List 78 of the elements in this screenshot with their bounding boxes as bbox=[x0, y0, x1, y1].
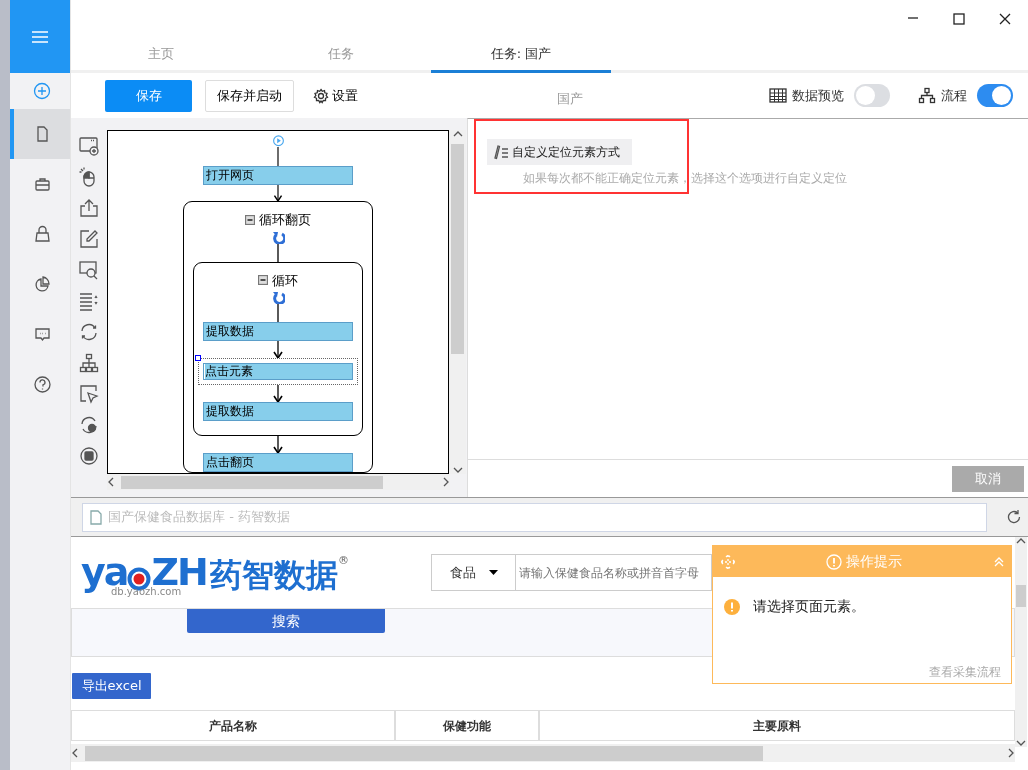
loop-label: 循环翻页 bbox=[258, 211, 311, 229]
tab[interactable]: 任务: 国产 bbox=[431, 37, 611, 73]
collapse-icon[interactable] bbox=[245, 214, 256, 225]
scroll-up-icon[interactable] bbox=[452, 130, 463, 138]
step-node[interactable]: 提取数据 bbox=[203, 322, 353, 341]
export-button[interactable]: 导出excel bbox=[72, 673, 151, 699]
add-icon bbox=[32, 81, 52, 101]
scroll-down-icon[interactable] bbox=[452, 466, 463, 474]
scroll-down-icon[interactable] bbox=[1016, 739, 1026, 747]
dropdown-icon bbox=[488, 570, 498, 575]
column-header: 产品名称 bbox=[71, 710, 395, 741]
alert-icon bbox=[826, 553, 843, 570]
selection-handle[interactable] bbox=[195, 355, 201, 361]
popup-message: 请选择页面元素。 bbox=[753, 597, 865, 616]
logo-text: 药智数据 bbox=[210, 558, 339, 591]
settings-button[interactable]: 设置 bbox=[313, 85, 359, 106]
cursor-icon[interactable] bbox=[79, 383, 99, 404]
column-header: 主要原料 bbox=[539, 710, 1015, 741]
warning-icon bbox=[724, 598, 740, 615]
registered-mark: ® bbox=[338, 552, 350, 569]
option-description: 如果每次都不能正确定位元素，选择这个选项进行自定义定位 bbox=[523, 170, 848, 187]
scrollbar-thumb[interactable] bbox=[121, 475, 383, 489]
edit-icon[interactable] bbox=[79, 228, 99, 249]
scrollbar[interactable] bbox=[449, 130, 466, 474]
toggle-label: 数据预览 bbox=[792, 86, 844, 105]
step-node[interactable]: 打开网页 bbox=[203, 166, 353, 186]
option-button[interactable]: 自定义定位元素方式 bbox=[487, 139, 633, 165]
close-icon bbox=[999, 12, 1011, 25]
step-node[interactable]: 点击翻页 bbox=[203, 453, 353, 472]
help-icon bbox=[32, 374, 52, 394]
sitemap-icon[interactable] bbox=[79, 352, 99, 373]
scroll-up-icon[interactable] bbox=[1016, 537, 1026, 545]
scroll-right-icon[interactable] bbox=[1007, 748, 1015, 759]
reload-icon bbox=[1006, 509, 1022, 525]
search-field[interactable]: 请输入保健食品名称或拼音首字母 bbox=[516, 554, 713, 591]
menu-icon bbox=[31, 29, 49, 44]
arrow-connector bbox=[273, 385, 283, 402]
scrollbar[interactable] bbox=[1015, 537, 1027, 747]
category-select[interactable]: 食品 bbox=[431, 554, 517, 591]
scrollbar[interactable] bbox=[71, 744, 1015, 763]
table-icon bbox=[769, 87, 787, 104]
scroll-left-icon[interactable] bbox=[107, 477, 115, 487]
sidebar-item[interactable] bbox=[10, 109, 70, 159]
task-name: 国产 bbox=[557, 89, 583, 108]
lock-icon bbox=[32, 224, 52, 244]
scrollbar-thumb[interactable] bbox=[85, 745, 763, 761]
window-add-icon[interactable] bbox=[79, 135, 99, 156]
sitemap-icon bbox=[918, 87, 936, 104]
scrollbar-thumb[interactable] bbox=[1016, 585, 1026, 607]
loop-label: 循环 bbox=[271, 271, 298, 290]
toggle-switch[interactable] bbox=[977, 84, 1013, 107]
arrow-connector bbox=[273, 341, 283, 358]
save-and-start-button[interactable]: 保存并启动 bbox=[205, 79, 294, 112]
export-icon[interactable] bbox=[79, 197, 99, 218]
rotate-icon[interactable] bbox=[79, 414, 99, 435]
collapse-icon[interactable] bbox=[258, 275, 269, 286]
maximize-icon bbox=[953, 12, 965, 25]
list-icon[interactable] bbox=[79, 290, 99, 311]
search-icon[interactable] bbox=[79, 259, 99, 280]
loop-icon bbox=[271, 290, 285, 304]
toggle-label: 流程 bbox=[941, 86, 967, 105]
loop-icon bbox=[271, 229, 285, 244]
step-node[interactable]: 提取数据 bbox=[203, 402, 353, 421]
scrollbar[interactable] bbox=[107, 474, 450, 490]
start-icon bbox=[271, 135, 285, 147]
refresh-icon[interactable] bbox=[79, 321, 99, 342]
toggle-switch[interactable] bbox=[854, 84, 890, 107]
scroll-left-icon[interactable] bbox=[71, 748, 79, 759]
search-button[interactable]: 搜索 bbox=[187, 609, 385, 633]
popup-title: 操作提示 bbox=[845, 552, 902, 571]
page-icon bbox=[89, 509, 102, 525]
scrollbar-thumb[interactable] bbox=[451, 144, 464, 354]
step-node[interactable]: 点击元素 bbox=[198, 358, 358, 385]
column-header: 保健功能 bbox=[395, 710, 539, 741]
stop-icon[interactable] bbox=[79, 445, 99, 466]
settings-icon bbox=[313, 87, 329, 104]
scroll-right-icon[interactable] bbox=[442, 477, 450, 487]
pencil-list-icon bbox=[493, 144, 509, 160]
